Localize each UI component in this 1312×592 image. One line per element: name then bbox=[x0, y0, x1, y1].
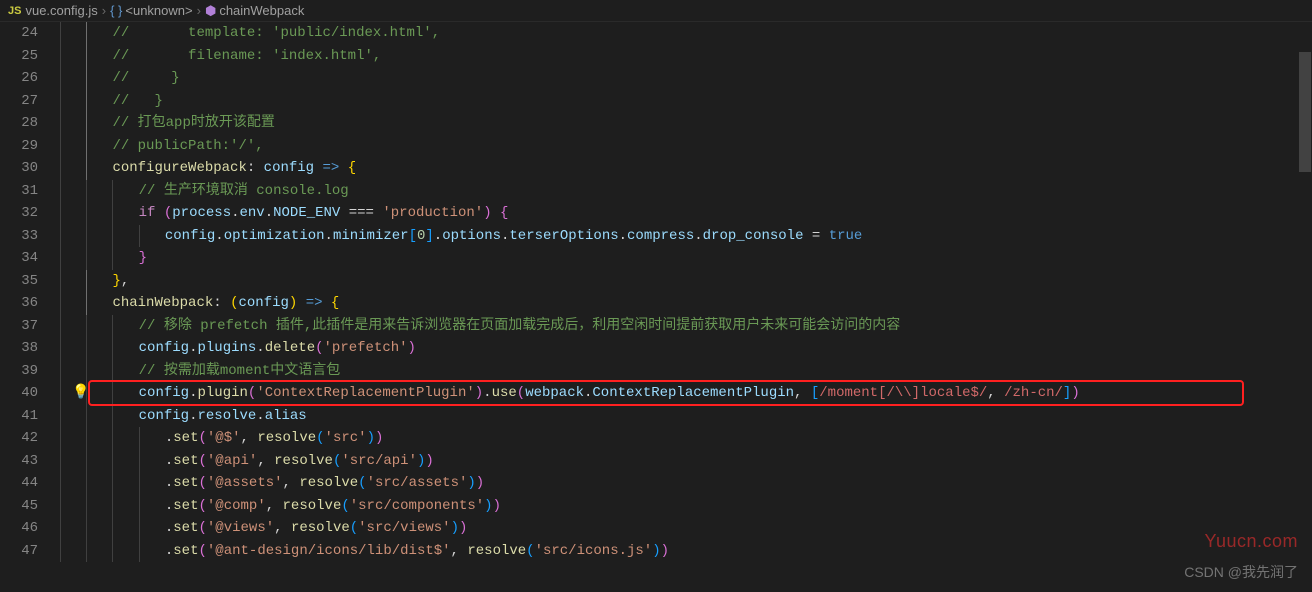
code-line[interactable]: } bbox=[60, 247, 1312, 270]
code-line[interactable]: .set('@assets', resolve('src/assets')) bbox=[60, 472, 1312, 495]
line-number[interactable]: 40 bbox=[0, 382, 38, 405]
line-number[interactable]: 31 bbox=[0, 180, 38, 203]
line-number[interactable]: 44 bbox=[0, 472, 38, 495]
line-number[interactable]: 30 bbox=[0, 157, 38, 180]
code-content[interactable]: // template: 'public/index.html', // fil… bbox=[56, 22, 1312, 592]
watermark: Yuucn.com bbox=[1204, 531, 1298, 552]
line-number[interactable]: 24 bbox=[0, 22, 38, 45]
line-number[interactable]: 38 bbox=[0, 337, 38, 360]
chevron-right-icon: › bbox=[102, 3, 106, 18]
line-number[interactable]: 46 bbox=[0, 517, 38, 540]
line-number[interactable]: 32 bbox=[0, 202, 38, 225]
line-number[interactable]: 34 bbox=[0, 247, 38, 270]
line-number[interactable]: 25 bbox=[0, 45, 38, 68]
breadcrumb-segment[interactable]: <unknown> bbox=[125, 3, 192, 18]
line-number[interactable]: 35 bbox=[0, 270, 38, 293]
watermark: CSDN @我先润了 bbox=[1184, 562, 1298, 582]
code-line[interactable]: configureWebpack: config => { bbox=[60, 157, 1312, 180]
line-number[interactable]: 26 bbox=[0, 67, 38, 90]
code-line[interactable]: // 移除 prefetch 插件,此插件是用来告诉浏览器在页面加载完成后，利用… bbox=[60, 315, 1312, 338]
line-number[interactable]: 42 bbox=[0, 427, 38, 450]
js-file-icon: JS bbox=[8, 5, 21, 17]
line-number[interactable]: 39 bbox=[0, 360, 38, 383]
line-number[interactable]: 36 bbox=[0, 292, 38, 315]
chevron-right-icon: › bbox=[197, 3, 201, 18]
line-number[interactable]: 43 bbox=[0, 450, 38, 473]
code-line[interactable]: chainWebpack: (config) => { bbox=[60, 292, 1312, 315]
code-line[interactable]: .set('@api', resolve('src/api')) bbox=[60, 450, 1312, 473]
symbol-method-icon: ⬢ bbox=[205, 3, 216, 19]
code-line[interactable]: config.resolve.alias bbox=[60, 405, 1312, 428]
breadcrumb[interactable]: JS vue.config.js › { } <unknown> › ⬢ cha… bbox=[0, 0, 1312, 22]
code-line[interactable]: // } bbox=[60, 67, 1312, 90]
lightbulb-icon[interactable]: 💡 bbox=[72, 384, 89, 401]
symbol-bracket-icon: { } bbox=[110, 3, 122, 18]
scrollbar-thumb[interactable] bbox=[1299, 52, 1311, 172]
code-line[interactable]: }, bbox=[60, 270, 1312, 293]
code-line[interactable]: config.optimization.minimizer[0].options… bbox=[60, 225, 1312, 248]
breadcrumb-file[interactable]: vue.config.js bbox=[25, 3, 97, 18]
line-number[interactable]: 47 bbox=[0, 540, 38, 563]
line-number[interactable]: 41 bbox=[0, 405, 38, 428]
code-line[interactable]: .set('@comp', resolve('src/components')) bbox=[60, 495, 1312, 518]
code-line[interactable]: // filename: 'index.html', bbox=[60, 45, 1312, 68]
line-number[interactable]: 28 bbox=[0, 112, 38, 135]
vertical-scrollbar[interactable] bbox=[1298, 22, 1312, 592]
code-line[interactable]: // 打包app时放开该配置 bbox=[60, 112, 1312, 135]
code-line[interactable]: // template: 'public/index.html', bbox=[60, 22, 1312, 45]
code-line[interactable]: // } bbox=[60, 90, 1312, 113]
code-line[interactable]: // publicPath:'/', bbox=[60, 135, 1312, 158]
code-line[interactable]: // 生产环境取消 console.log bbox=[60, 180, 1312, 203]
code-line[interactable]: if (process.env.NODE_ENV === 'production… bbox=[60, 202, 1312, 225]
line-number[interactable]: 33 bbox=[0, 225, 38, 248]
code-line[interactable]: .set('@ant-design/icons/lib/dist$', reso… bbox=[60, 540, 1312, 563]
code-line[interactable]: config.plugin('ContextReplacementPlugin'… bbox=[60, 382, 1312, 405]
line-number[interactable]: 37 bbox=[0, 315, 38, 338]
code-line[interactable]: .set('@$', resolve('src')) bbox=[60, 427, 1312, 450]
line-number[interactable]: 45 bbox=[0, 495, 38, 518]
code-line[interactable]: config.plugins.delete('prefetch') bbox=[60, 337, 1312, 360]
line-number-gutter[interactable]: 24 25 26 27 28 29 30 31 32 33 34 35 36 3… bbox=[0, 22, 56, 592]
code-line[interactable]: // 按需加载moment中文语言包 bbox=[60, 360, 1312, 383]
line-number[interactable]: 27 bbox=[0, 90, 38, 113]
code-line[interactable]: .set('@views', resolve('src/views')) bbox=[60, 517, 1312, 540]
breadcrumb-segment[interactable]: chainWebpack bbox=[219, 3, 304, 18]
code-editor[interactable]: 24 25 26 27 28 29 30 31 32 33 34 35 36 3… bbox=[0, 22, 1312, 592]
line-number[interactable]: 29 bbox=[0, 135, 38, 158]
